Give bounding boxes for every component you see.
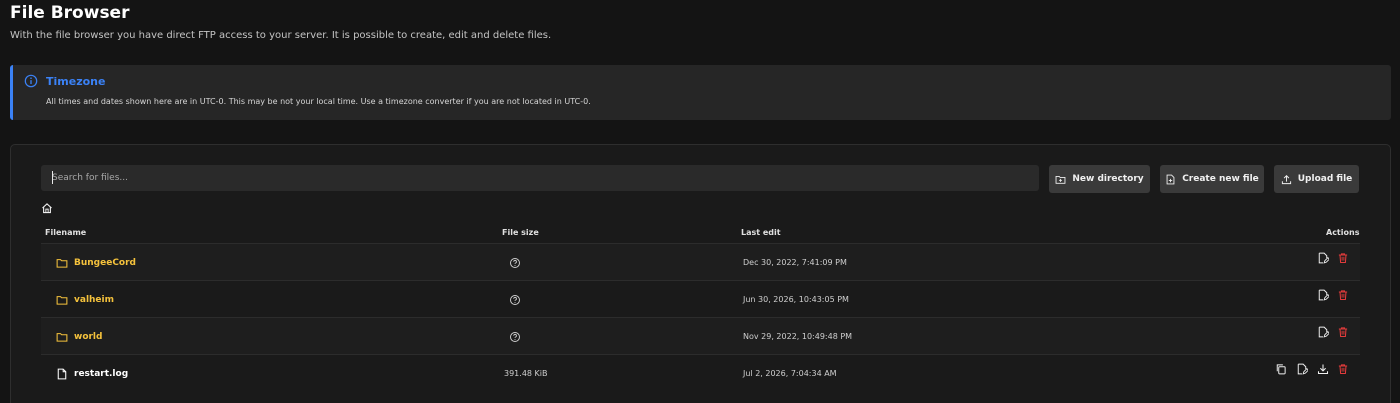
column-header-size[interactable]: File size	[502, 228, 539, 237]
alert-text: All times and dates shown here are in UT…	[46, 97, 591, 106]
page-subtitle: With the file browser you have direct FT…	[10, 30, 552, 41]
table-row[interactable]: BungeeCord Dec 30, 2022, 7:41:09 PM	[41, 243, 1360, 280]
table-row[interactable]: restart.log 391.48 KiB Jul 2, 2026, 7:04…	[41, 354, 1360, 391]
column-header-filename[interactable]: Filename	[45, 228, 86, 237]
create-file-button[interactable]: Create new file	[1160, 165, 1264, 193]
home-icon[interactable]	[41, 202, 53, 214]
folder-plus-icon	[1055, 175, 1066, 184]
upload-icon	[1281, 174, 1291, 184]
file-name[interactable]: valheim	[74, 295, 114, 305]
download-icon[interactable]	[1317, 363, 1329, 375]
last-edit: Jun 30, 2026, 10:43:05 PM	[743, 295, 849, 304]
trash-icon[interactable]	[1337, 363, 1349, 375]
file-name[interactable]: world	[74, 332, 102, 342]
last-edit: Nov 29, 2022, 10:49:48 PM	[743, 332, 853, 341]
upload-file-button[interactable]: Upload file	[1274, 165, 1359, 193]
question-circle-icon	[510, 331, 520, 342]
table-row[interactable]: valheim Jun 30, 2026, 10:43:05 PM	[41, 280, 1360, 317]
file-name[interactable]: BungeeCord	[74, 258, 136, 268]
info-icon	[24, 74, 38, 88]
upload-file-label: Upload file	[1297, 174, 1353, 184]
new-directory-label: New directory	[1072, 174, 1144, 184]
table-row[interactable]: world Nov 29, 2022, 10:49:48 PM	[41, 317, 1360, 354]
column-header-actions: Actions	[1326, 228, 1360, 237]
folder-icon	[56, 258, 68, 268]
copy-icon[interactable]	[1275, 363, 1287, 375]
search-input[interactable]	[41, 165, 1039, 191]
question-circle-icon	[510, 294, 520, 305]
folder-icon	[56, 295, 68, 305]
rename-icon[interactable]	[1317, 252, 1329, 264]
trash-icon[interactable]	[1337, 326, 1349, 338]
alert-title: Timezone	[46, 75, 106, 88]
rename-icon[interactable]	[1317, 289, 1329, 301]
question-circle-icon	[510, 257, 520, 268]
page-title: File Browser	[10, 3, 130, 23]
last-edit: Dec 30, 2022, 7:41:09 PM	[743, 258, 847, 267]
new-directory-button[interactable]: New directory	[1049, 165, 1150, 193]
folder-icon	[56, 332, 68, 342]
column-header-last-edit[interactable]: Last edit	[741, 228, 781, 237]
file-icon	[57, 368, 67, 379]
text-caret	[52, 171, 53, 184]
last-edit: Jul 2, 2026, 7:04:34 AM	[743, 369, 837, 378]
timezone-alert: Timezone All times and dates shown here …	[10, 65, 1391, 120]
file-size: 391.48 KiB	[504, 369, 548, 378]
create-file-label: Create new file	[1182, 174, 1259, 184]
trash-icon[interactable]	[1337, 289, 1349, 301]
file-plus-icon	[1166, 174, 1175, 184]
rename-icon[interactable]	[1296, 363, 1308, 375]
trash-icon[interactable]	[1337, 252, 1349, 264]
file-name[interactable]: restart.log	[74, 369, 128, 379]
rename-icon[interactable]	[1317, 326, 1329, 338]
